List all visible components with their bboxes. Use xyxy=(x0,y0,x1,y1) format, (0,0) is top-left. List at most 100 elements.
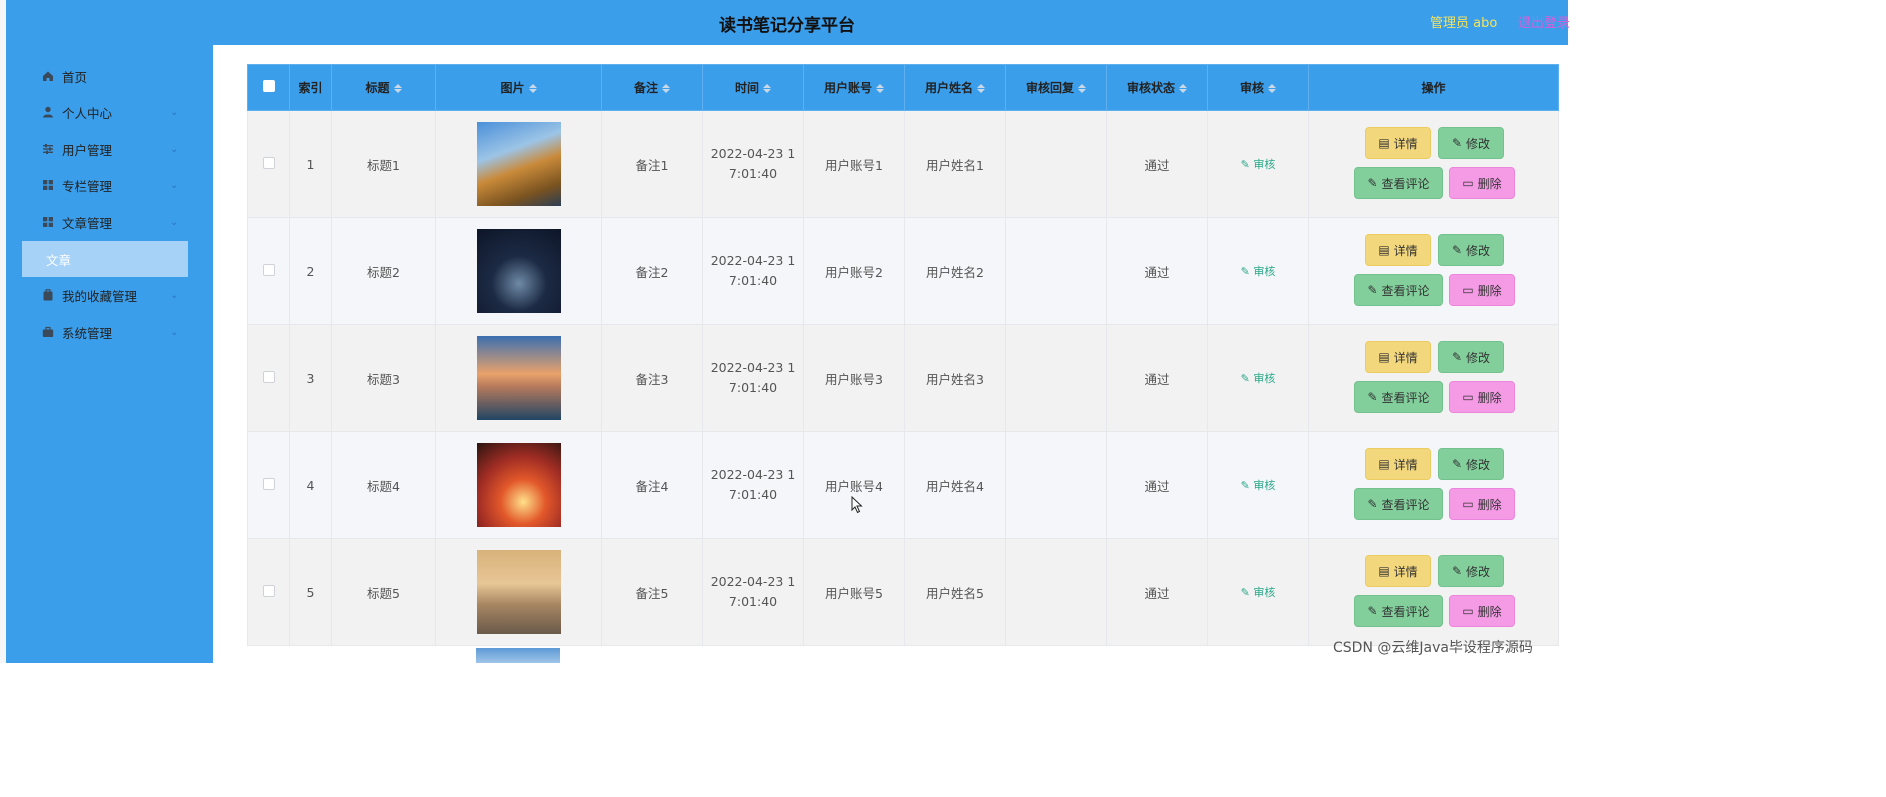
sidebar-item-system[interactable]: 系统管理 ⌄ xyxy=(6,314,213,350)
detail-button[interactable]: ▤ 详情 xyxy=(1365,234,1431,266)
select-all-cell[interactable] xyxy=(247,64,290,111)
row-select-cell[interactable] xyxy=(247,217,290,325)
sort-icon[interactable] xyxy=(1179,84,1187,93)
row-select-cell[interactable] xyxy=(247,431,290,539)
view-comments-button[interactable]: ✎ 查看评论 xyxy=(1354,167,1443,199)
time-line: 7:01:40 xyxy=(728,594,778,609)
sort-icon[interactable] xyxy=(1268,84,1276,93)
edit-button[interactable]: ✎ 修改 xyxy=(1438,234,1504,266)
cell-title: 标题3 xyxy=(331,324,436,432)
sidebar-item-users[interactable]: 用户管理 ⌄ xyxy=(6,131,213,167)
view-comments-button[interactable]: ✎ 查看评论 xyxy=(1354,274,1443,306)
delete-button[interactable]: ▭ 删除 xyxy=(1449,381,1515,413)
article-image[interactable] xyxy=(476,336,561,420)
cell-note: 备注3 xyxy=(601,324,703,432)
pen-icon: ✎ xyxy=(1240,586,1254,599)
cell-status: 通过 xyxy=(1106,217,1208,325)
article-image[interactable] xyxy=(476,550,561,634)
column-label: 备注 xyxy=(633,81,658,95)
edit-button[interactable]: ✎ 修改 xyxy=(1438,448,1504,480)
bag-icon xyxy=(42,289,54,301)
sidebar-item-label: 个人中心 xyxy=(62,105,113,121)
sort-icon[interactable] xyxy=(1078,84,1086,93)
article-image[interactable] xyxy=(476,229,561,313)
sort-icon[interactable] xyxy=(763,84,771,93)
chevron-down-icon: ⌄ xyxy=(170,143,179,155)
detail-button[interactable]: ▤ 详情 xyxy=(1365,341,1431,373)
document-icon: ▤ xyxy=(1378,243,1390,257)
logout-link[interactable]: 退出登录 xyxy=(1518,12,1570,31)
column-label: 图片 xyxy=(500,81,525,95)
cell-image xyxy=(435,217,602,325)
sort-icon[interactable] xyxy=(876,84,884,93)
sidebar-item-columns[interactable]: 专栏管理 ⌄ xyxy=(6,167,213,203)
row-select-cell[interactable] xyxy=(247,324,290,432)
sidebar-item-home[interactable]: 首页 xyxy=(6,58,213,94)
delete-button[interactable]: ▭ 删除 xyxy=(1449,274,1515,306)
cell-actions: ▤ 详情 ✎ 修改 ✎ 查看评论 ▭ 删除 xyxy=(1308,431,1559,539)
column-header-title[interactable]: 标题 xyxy=(331,64,436,111)
view-comments-button[interactable]: ✎ 查看评论 xyxy=(1354,595,1443,627)
column-header-account[interactable]: 用户账号 xyxy=(803,64,905,111)
sort-icon[interactable] xyxy=(528,84,537,93)
column-header-note[interactable]: 备注 xyxy=(601,64,703,111)
action-group: ▤ 详情 ✎ 修改 ✎ 查看评论 ▭ 删除 xyxy=(1309,218,1558,324)
cell-image xyxy=(435,538,602,646)
column-header-time[interactable]: 时间 xyxy=(702,64,804,111)
table-row: 4 标题4 备注4 2022-04-23 1 7:01:40 用户账号4 用户姓名… xyxy=(247,431,1559,539)
edit-button[interactable]: ✎ 修改 xyxy=(1438,341,1504,373)
row-checkbox[interactable] xyxy=(262,584,275,597)
view-comments-button[interactable]: ✎ 查看评论 xyxy=(1354,381,1443,413)
audit-link[interactable]: ✎ 审核 xyxy=(1241,158,1276,171)
sidebar-item-label: 系统管理 xyxy=(62,325,113,341)
row-select-cell[interactable] xyxy=(247,538,290,646)
table-row: 2 标题2 备注2 2022-04-23 1 7:01:40 用户账号2 用户姓名… xyxy=(247,217,1559,325)
cell-account: 用户账号2 xyxy=(803,217,905,325)
edit-button[interactable]: ✎ 修改 xyxy=(1438,555,1504,587)
audit-label: 审核 xyxy=(1253,158,1276,171)
cell-title: 标题2 xyxy=(331,217,436,325)
audit-link[interactable]: ✎ 审核 xyxy=(1241,265,1276,278)
user-icon xyxy=(42,106,54,118)
column-header-reply[interactable]: 审核回复 xyxy=(1005,64,1107,111)
sidebar-item-articles[interactable]: 文章管理 ⌄ xyxy=(6,204,213,240)
article-image[interactable] xyxy=(476,122,561,206)
sidebar-item-favorites[interactable]: 我的收藏管理 ⌄ xyxy=(6,277,213,313)
delete-button[interactable]: ▭ 删除 xyxy=(1449,488,1515,520)
column-header-actions: 操作 xyxy=(1308,64,1559,111)
row-checkbox[interactable] xyxy=(262,370,275,383)
audit-link[interactable]: ✎ 审核 xyxy=(1241,586,1276,599)
cell-actions: ▤ 详情 ✎ 修改 ✎ 查看评论 ▭ 删除 xyxy=(1308,324,1559,432)
cell-title: 标题4 xyxy=(331,431,436,539)
sidebar-subitem-article[interactable]: 文章 xyxy=(22,241,188,277)
select-all-checkbox[interactable] xyxy=(262,80,275,92)
detail-button[interactable]: ▤ 详情 xyxy=(1365,555,1431,587)
row-select-cell[interactable] xyxy=(247,110,290,218)
detail-button[interactable]: ▤ 详情 xyxy=(1365,448,1431,480)
column-header-status[interactable]: 审核状态 xyxy=(1106,64,1208,111)
sidebar-item-personal[interactable]: 个人中心 ⌄ xyxy=(6,94,213,130)
row-checkbox[interactable] xyxy=(262,263,275,276)
detail-button[interactable]: ▤ 详情 xyxy=(1365,127,1431,159)
edit-button[interactable]: ✎ 修改 xyxy=(1438,127,1504,159)
column-header-audit[interactable]: 审核 xyxy=(1207,64,1309,111)
row-checkbox[interactable] xyxy=(262,477,275,490)
sidebar-item-label: 专栏管理 xyxy=(62,178,113,194)
sort-icon[interactable] xyxy=(977,84,985,93)
row-checkbox[interactable] xyxy=(262,156,275,169)
column-header-name[interactable]: 用户姓名 xyxy=(904,64,1006,111)
trash-icon: ▭ xyxy=(1462,283,1474,297)
sort-icon[interactable] xyxy=(662,84,670,93)
pen-icon: ✎ xyxy=(1367,176,1378,190)
cell-index: 2 xyxy=(289,217,332,325)
article-image[interactable] xyxy=(476,443,561,527)
briefcase-icon xyxy=(42,326,54,338)
delete-button[interactable]: ▭ 删除 xyxy=(1449,595,1515,627)
sort-icon[interactable] xyxy=(393,84,402,93)
top-header: 读书笔记分享平台 管理员 abo 退出登录 xyxy=(6,0,1570,45)
column-header-image[interactable]: 图片 xyxy=(435,64,602,111)
delete-button[interactable]: ▭ 删除 xyxy=(1449,167,1515,199)
view-comments-button[interactable]: ✎ 查看评论 xyxy=(1354,488,1443,520)
audit-link[interactable]: ✎ 审核 xyxy=(1241,479,1276,492)
audit-link[interactable]: ✎ 审核 xyxy=(1241,372,1276,385)
